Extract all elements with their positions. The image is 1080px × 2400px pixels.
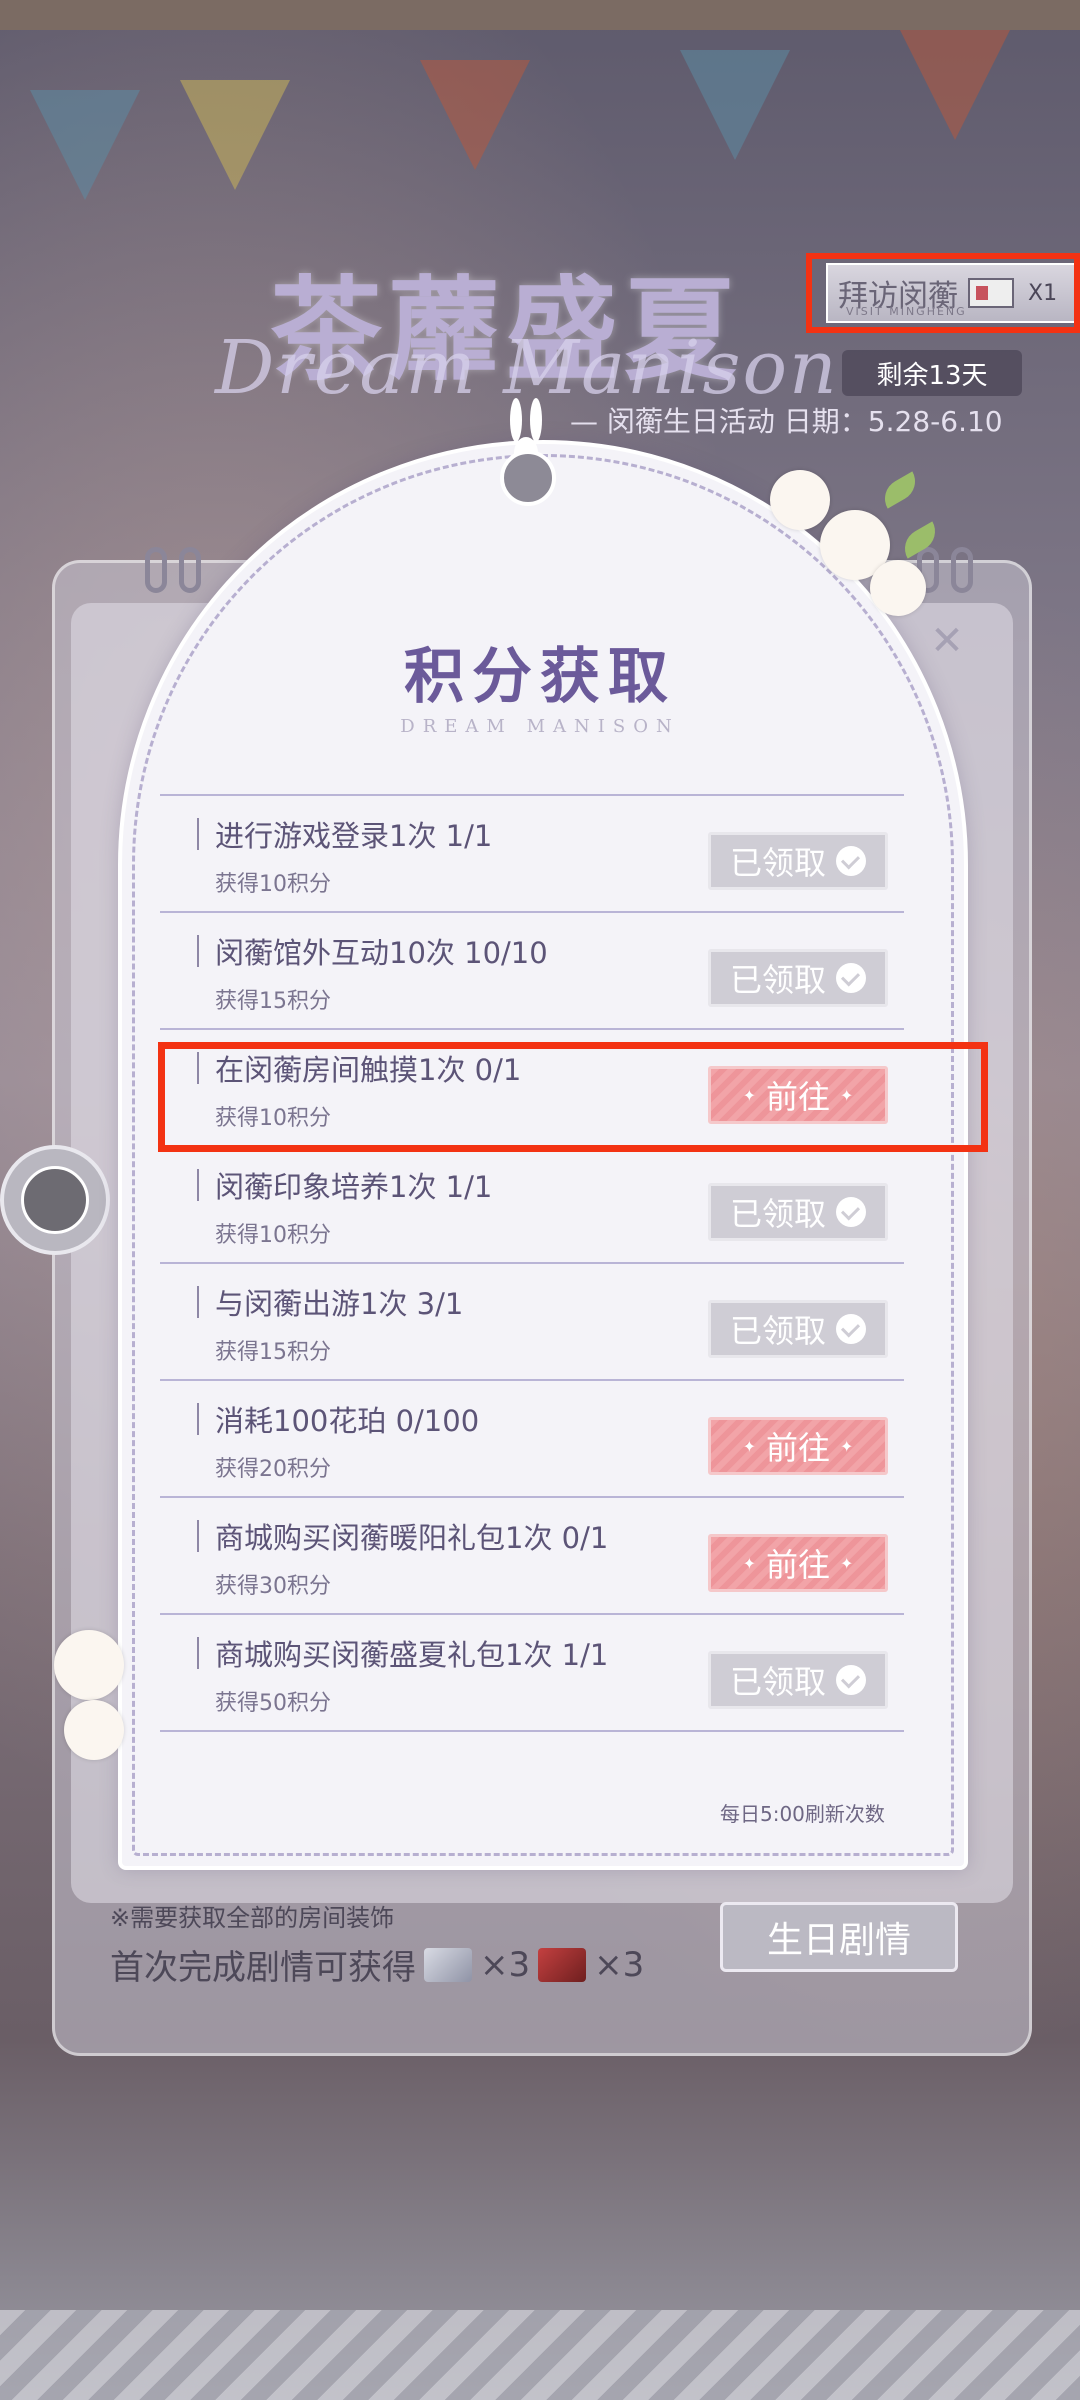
background-bottom-strip	[0, 2310, 1080, 2400]
sparkle-icon: ✦	[742, 1553, 756, 1573]
task-row: 与闵蘅出游1次 3/1 获得15积分 已领取	[160, 1262, 904, 1379]
sparkle-icon: ✦	[840, 1436, 854, 1456]
task-title: 进行游戏登录1次 1/1	[215, 819, 493, 853]
claimed-button[interactable]: 已领取	[708, 832, 888, 890]
panel-subtitle: DREAM MANISON	[400, 716, 680, 737]
binder-ring	[951, 547, 973, 593]
event-info-text: — 闵蘅生日活动 日期：5.28-6.10	[570, 405, 1003, 438]
task-marker	[197, 1169, 199, 1201]
task-row: 进行游戏登录1次 1/1 获得10积分 已领取	[160, 794, 904, 911]
task-row: 闵蘅馆外互动10次 10/10 获得15积分 已领取	[160, 911, 904, 1028]
task-points: 获得15积分	[215, 989, 331, 1014]
go-button[interactable]: ✦ 前往 ✦	[708, 1417, 888, 1475]
task-title: 商城购买闵蘅暖阳礼包1次 0/1	[215, 1521, 609, 1555]
check-icon	[836, 963, 866, 993]
task-marker	[197, 818, 199, 850]
go-button-label: 前往	[765, 1546, 830, 1584]
task-points: 获得15积分	[215, 1340, 331, 1365]
check-icon	[836, 1665, 866, 1695]
go-button[interactable]: ✦ 前往 ✦	[708, 1534, 888, 1592]
task-marker	[197, 935, 199, 967]
claimed-button[interactable]: 已领取	[708, 1300, 888, 1358]
task-row: 商城购买闵蘅盛夏礼包1次 1/1 获得50积分 已领取	[160, 1613, 904, 1732]
go-button-label: 前往	[765, 1429, 830, 1467]
task-points: 获得10积分	[215, 1223, 331, 1248]
bottom-reward: 首次完成剧情可获得 ×3 ×3	[110, 1940, 644, 1989]
bunting-flag	[30, 90, 140, 200]
task-marker	[197, 1403, 199, 1435]
binder-ring	[145, 547, 167, 593]
highlight-box	[158, 1042, 988, 1152]
sparkle-icon: ✦	[742, 1436, 756, 1456]
flower-decoration	[64, 1700, 124, 1760]
flower-decoration	[870, 560, 926, 616]
ticket-reward-icon	[424, 1947, 472, 1982]
refresh-note: 每日5:00刷新次数	[720, 1802, 885, 1826]
flower-decoration	[770, 470, 830, 530]
mascot-icon	[21, 1166, 89, 1234]
claimed-button-label: 已领取	[729, 1663, 826, 1701]
sparkle-icon: ✦	[840, 1553, 854, 1573]
claimed-button-label: 已领取	[729, 1195, 826, 1233]
gift-reward-icon	[538, 1947, 587, 1982]
panel-title: 积分获取	[404, 642, 676, 712]
task-points: 获得30积分	[215, 1574, 331, 1599]
task-row: 闵蘅印象培养1次 1/1 获得10积分 已领取	[160, 1145, 904, 1262]
background-top-strip	[0, 0, 1080, 30]
task-marker	[197, 1637, 199, 1669]
task-title: 商城购买闵蘅盛夏礼包1次 1/1	[215, 1638, 609, 1672]
flower-decoration	[54, 1630, 124, 1700]
task-title: 闵蘅馆外互动10次 10/10	[215, 936, 548, 970]
birthday-story-button[interactable]: 生日剧情	[720, 1902, 958, 1972]
bottom-note: ※需要获取全部的房间装饰	[110, 1904, 395, 1932]
remaining-days-badge: 剩余13天	[842, 350, 1022, 396]
bunting-flag	[900, 30, 1010, 140]
task-marker	[197, 1520, 199, 1552]
task-row: 商城购买闵蘅暖阳礼包1次 0/1 获得30积分 ✦ 前往 ✦	[160, 1496, 904, 1613]
task-title: 消耗100花珀 0/100	[215, 1404, 480, 1438]
reward-count-1: ×3	[480, 1944, 531, 1985]
binder-ring	[179, 547, 201, 593]
claimed-button[interactable]: 已领取	[708, 949, 888, 1007]
card-hanger	[500, 450, 556, 506]
claimed-button-label: 已领取	[729, 961, 826, 999]
claimed-button-label: 已领取	[729, 1312, 826, 1350]
task-marker	[197, 1286, 199, 1318]
side-mascot-button[interactable]	[0, 1145, 110, 1255]
check-icon	[836, 846, 866, 876]
check-icon	[836, 1314, 866, 1344]
task-points: 获得50积分	[215, 1691, 331, 1716]
bunting-flag	[180, 80, 290, 190]
reward-prefix: 首次完成剧情可获得	[110, 1948, 416, 1988]
bunting-flag	[420, 60, 530, 170]
bunting-flag	[680, 50, 790, 160]
claimed-button[interactable]: 已领取	[708, 1183, 888, 1241]
task-title: 闵蘅印象培养1次 1/1	[215, 1170, 493, 1204]
task-title: 与闵蘅出游1次 3/1	[215, 1287, 464, 1321]
task-row: 消耗100花珀 0/100 获得20积分 ✦ 前往 ✦	[160, 1379, 904, 1496]
check-icon	[836, 1197, 866, 1227]
highlight-box	[806, 253, 1080, 333]
task-points: 获得20积分	[215, 1457, 331, 1482]
claimed-button[interactable]: 已领取	[708, 1651, 888, 1709]
claimed-button-label: 已领取	[729, 844, 826, 882]
task-points: 获得10积分	[215, 872, 331, 897]
reward-count-2: ×3	[594, 1944, 645, 1985]
task-list: 进行游戏登录1次 1/1 获得10积分 已领取 闵蘅馆外互动10次 10/10 …	[160, 794, 904, 1732]
